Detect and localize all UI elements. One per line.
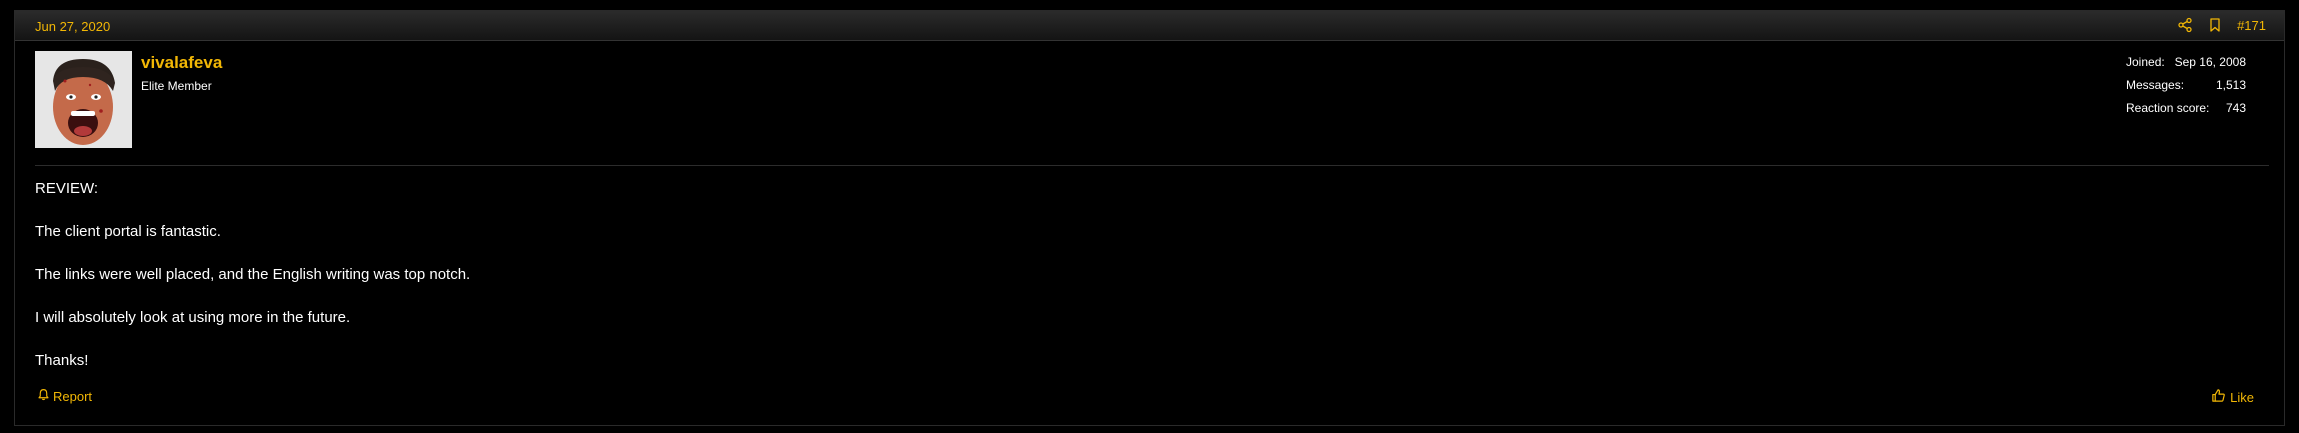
post-paragraph: REVIEW:: [35, 180, 99, 197]
stat-value: Sep 16, 2008: [2174, 55, 2246, 69]
post-paragraph: The client portal is fantastic.: [35, 223, 221, 240]
stat-label: Messages:: [2126, 78, 2185, 92]
like-label: Like: [2230, 389, 2254, 405]
post-paragraph: Thanks!: [35, 352, 89, 369]
report-label: Report: [53, 388, 93, 404]
post-paragraph: I will absolutely look at using more in …: [35, 309, 351, 326]
stat-reaction-score: Reaction score: 743: [2126, 101, 2246, 124]
forum-post: Jun 27, 2020 #171 vivalafeva Elite Membe…: [14, 10, 2285, 426]
bookmark-icon[interactable]: [2207, 17, 2223, 33]
share-icon[interactable]: [2177, 17, 2193, 33]
post-date-link[interactable]: Jun 27, 2020: [35, 19, 110, 34]
like-button[interactable]: Like: [2211, 388, 2254, 406]
thumbs-up-icon: [2211, 388, 2226, 406]
post-number-link[interactable]: #171: [2237, 18, 2266, 33]
bell-icon: [37, 388, 50, 404]
stat-joined: Joined: Sep 16, 2008: [2126, 55, 2246, 78]
avatar[interactable]: [35, 51, 132, 148]
stat-label: Joined:: [2126, 55, 2165, 69]
stat-value[interactable]: 1,513: [2216, 78, 2246, 101]
author-stats: Joined: Sep 16, 2008 Messages: 1,513 Rea…: [2126, 55, 2246, 124]
author-username-link[interactable]: vivalafeva: [141, 53, 222, 73]
post-divider: [35, 165, 2269, 166]
report-button[interactable]: Report: [37, 388, 92, 404]
post-body: REVIEW: The client portal is fantastic. …: [35, 178, 470, 393]
stat-messages: Messages: 1,513: [2126, 78, 2246, 101]
post-paragraph: The links were well placed, and the Engl…: [35, 266, 471, 283]
author-user-title: Elite Member: [141, 79, 212, 93]
post-header-actions: #171: [2177, 17, 2266, 33]
stat-label: Reaction score:: [2126, 101, 2210, 115]
stat-value: 743: [2225, 101, 2246, 115]
post-header: Jun 27, 2020 #171: [15, 11, 2284, 41]
